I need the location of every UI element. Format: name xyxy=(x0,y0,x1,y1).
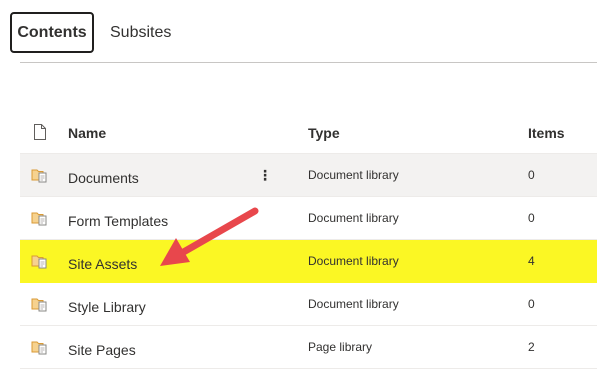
row-type: Document library xyxy=(308,211,399,225)
row-items-count: 4 xyxy=(528,254,535,268)
row-name[interactable]: Form Templates xyxy=(68,197,168,239)
list-row-documents[interactable]: Documents ⋮ Document library 0 xyxy=(20,154,597,197)
list-row-site-pages[interactable]: Site Pages Page library 2 xyxy=(20,326,597,369)
row-name[interactable]: Site Pages xyxy=(68,326,136,368)
row-type: Document library xyxy=(308,168,399,182)
row-items-count: 2 xyxy=(528,340,535,354)
tab-subsites[interactable]: Subsites xyxy=(100,12,181,53)
row-items-count: 0 xyxy=(528,211,535,225)
list-row-style-library[interactable]: Style Library Document library 0 xyxy=(20,283,597,326)
row-name[interactable]: Site Assets xyxy=(68,240,137,282)
more-options-icon[interactable]: ⋮ xyxy=(256,154,274,196)
row-name[interactable]: Documents xyxy=(68,154,139,196)
library-icon xyxy=(28,197,52,239)
library-icon xyxy=(28,154,52,196)
contents-list: Name Type Items Documents ⋮ Document lib… xyxy=(20,110,597,369)
list-row-form-templates[interactable]: Form Templates Document library 0 xyxy=(20,197,597,240)
library-icon xyxy=(28,240,52,282)
list-row-site-assets[interactable]: Site Assets Document library 4 xyxy=(20,240,597,283)
tab-divider xyxy=(20,62,597,63)
file-icon[interactable] xyxy=(28,110,52,153)
row-type: Document library xyxy=(308,297,399,311)
library-icon xyxy=(28,283,52,325)
column-header-type[interactable]: Type xyxy=(308,110,340,153)
tab-bar: Contents Subsites xyxy=(10,12,181,53)
column-header-name[interactable]: Name xyxy=(68,110,106,153)
row-items-count: 0 xyxy=(528,168,535,182)
row-type: Document library xyxy=(308,254,399,268)
site-contents-page: Contents Subsites Name Type Items Docume… xyxy=(0,0,597,374)
library-icon xyxy=(28,326,52,368)
row-type: Page library xyxy=(308,340,373,354)
row-name[interactable]: Style Library xyxy=(68,283,146,325)
list-header: Name Type Items xyxy=(20,110,597,154)
column-header-items[interactable]: Items xyxy=(528,110,565,153)
row-items-count: 0 xyxy=(528,297,535,311)
tab-contents[interactable]: Contents xyxy=(10,12,94,53)
